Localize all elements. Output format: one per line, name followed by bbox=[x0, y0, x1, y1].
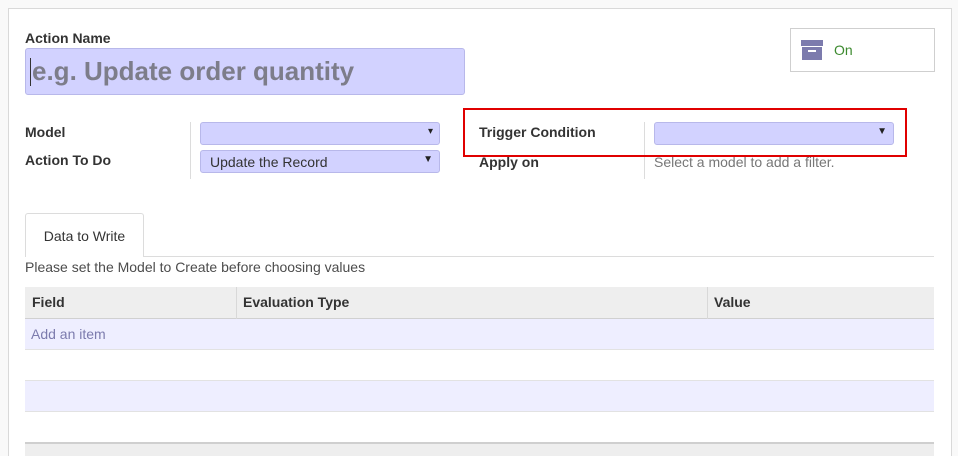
column-header-evaluation-type[interactable]: Evaluation Type bbox=[243, 294, 349, 310]
add-item-link[interactable]: Add an item bbox=[31, 326, 106, 342]
caret-down-icon: ▼ bbox=[423, 154, 433, 165]
model-label: Model bbox=[25, 124, 66, 140]
action-to-do-label: Action To Do bbox=[25, 152, 112, 168]
table-footer bbox=[25, 442, 934, 456]
column-header-value[interactable]: Value bbox=[714, 294, 751, 310]
table-row bbox=[25, 412, 934, 443]
action-name-label: Action Name bbox=[25, 30, 111, 46]
column-separator bbox=[190, 122, 191, 179]
model-notice: Please set the Model to Create before ch… bbox=[25, 259, 366, 275]
model-select[interactable]: ▾ bbox=[200, 122, 440, 145]
caret-down-icon: ▾ bbox=[427, 126, 433, 137]
text-caret bbox=[30, 58, 31, 86]
action-to-do-select[interactable]: Update the Record ▼ bbox=[200, 150, 440, 173]
active-toggle-button[interactable]: On bbox=[790, 28, 935, 72]
table-row bbox=[25, 381, 934, 412]
table-row bbox=[25, 350, 934, 381]
tab-data-to-write[interactable]: Data to Write bbox=[25, 213, 144, 257]
column-divider bbox=[236, 287, 237, 319]
highlight-box bbox=[463, 108, 907, 157]
table-header: Field Evaluation Type Value bbox=[25, 287, 934, 319]
action-to-do-value: Update the Record bbox=[210, 154, 328, 170]
table-row: Add an item bbox=[25, 319, 934, 350]
tab-divider bbox=[144, 256, 934, 257]
archive-icon bbox=[800, 39, 824, 61]
column-divider bbox=[707, 287, 708, 319]
column-header-field[interactable]: Field bbox=[32, 294, 65, 310]
toggle-status-label: On bbox=[834, 42, 853, 58]
action-name-input[interactable] bbox=[25, 48, 465, 95]
